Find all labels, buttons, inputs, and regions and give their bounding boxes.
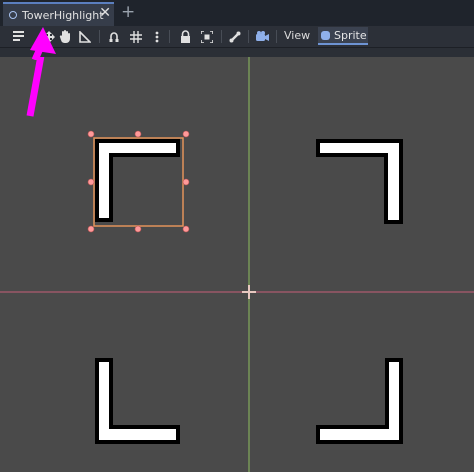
close-icon[interactable]: ✕ xyxy=(99,5,111,21)
origin-marker xyxy=(242,285,256,299)
scene-tab-title: TowerHighlight xyxy=(22,8,104,22)
grid-icon[interactable] xyxy=(128,28,144,45)
sprite-icon xyxy=(321,30,330,40)
corner-top-left[interactable] xyxy=(95,139,180,222)
bone-icon[interactable] xyxy=(228,28,242,45)
view-menu[interactable]: View xyxy=(284,29,310,42)
toolbar-separator xyxy=(276,30,277,43)
scene-tab-bar: TowerHighlight ✕ + xyxy=(0,0,474,26)
corner-bottom-right[interactable] xyxy=(316,358,403,444)
sprite-menu-button[interactable]: Sprite xyxy=(318,27,368,45)
scene-node-icon xyxy=(9,11,17,19)
pan-icon[interactable] xyxy=(58,28,72,45)
select-list-icon[interactable] xyxy=(10,28,26,45)
add-scene-tab-button[interactable]: + xyxy=(121,2,135,22)
annotation-arrow xyxy=(26,57,45,117)
more-icon[interactable] xyxy=(152,28,162,45)
ruler-icon[interactable] xyxy=(78,28,92,45)
lock-icon[interactable] xyxy=(178,28,192,45)
group-icon[interactable] xyxy=(200,28,214,45)
top-ruler[interactable] xyxy=(0,48,474,57)
toolbar-separator xyxy=(221,30,222,43)
snap-icon[interactable] xyxy=(106,28,122,45)
toolbar-separator xyxy=(169,30,170,43)
corner-bottom-left[interactable] xyxy=(95,358,180,444)
canvas-toolbar: View Sprite xyxy=(0,26,474,48)
toolbar-separator xyxy=(99,30,100,43)
scene-tab-towerhighlight[interactable]: TowerHighlight ✕ xyxy=(3,2,114,26)
canvas-viewport[interactable] xyxy=(0,57,474,472)
camera-icon[interactable] xyxy=(254,28,270,45)
toolbar-separator xyxy=(248,30,249,43)
corner-top-right[interactable] xyxy=(316,139,403,224)
sprite-menu-label: Sprite xyxy=(334,28,367,42)
move-icon[interactable] xyxy=(42,28,56,45)
